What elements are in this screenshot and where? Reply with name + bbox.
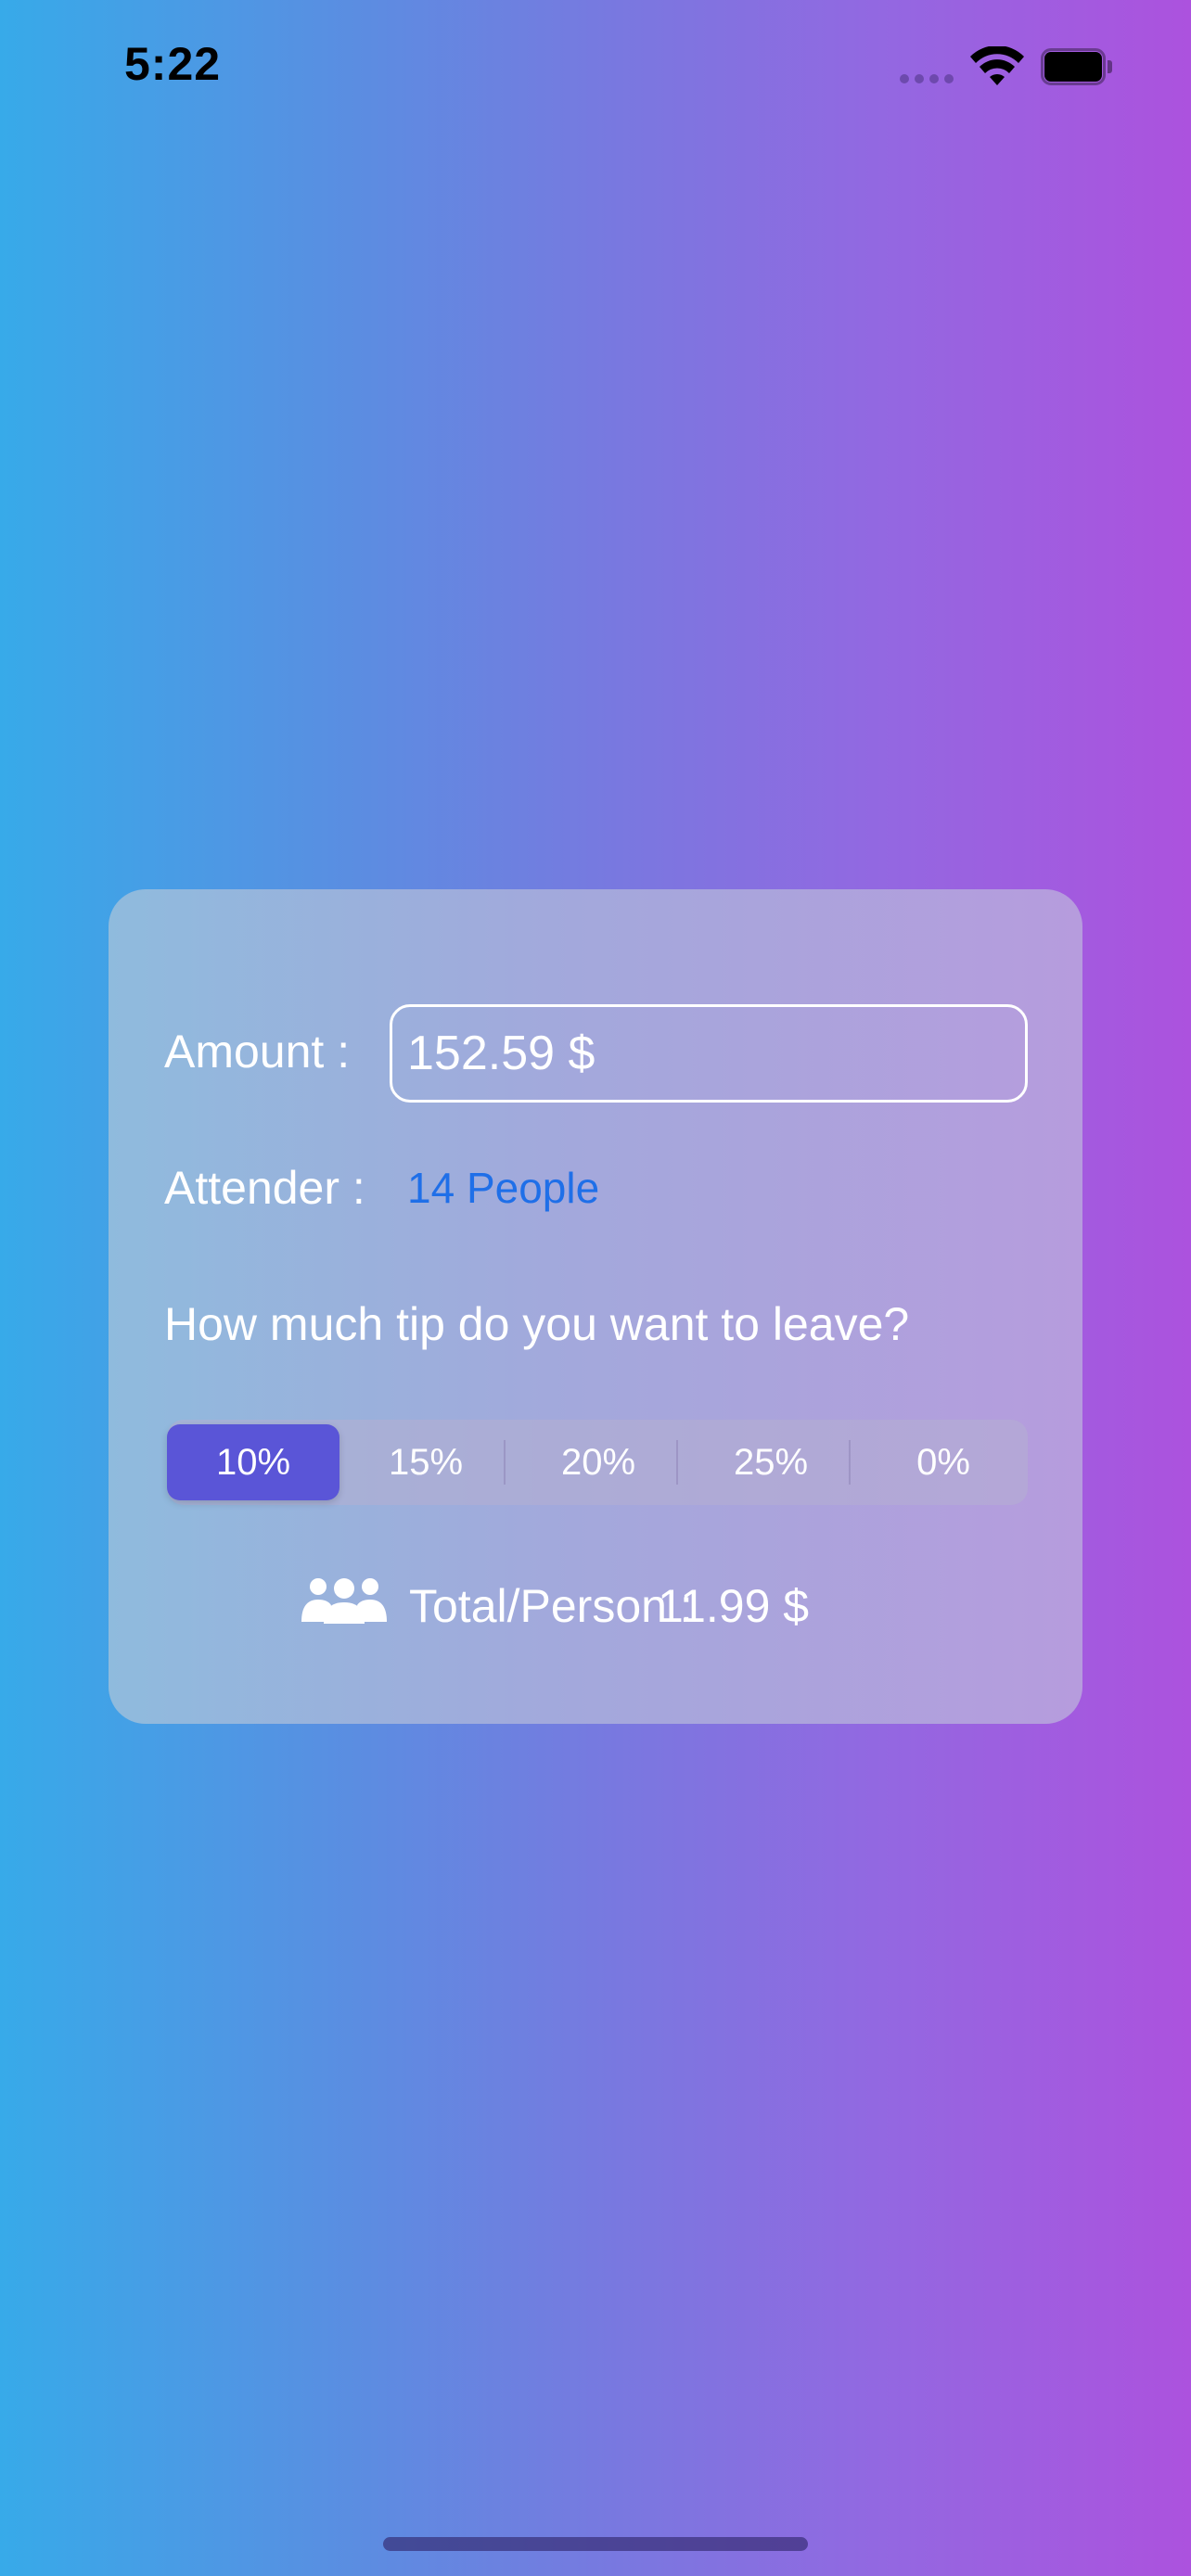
segment-divider	[676, 1440, 678, 1485]
home-indicator[interactable]	[383, 2537, 808, 2551]
tip-segmented-control[interactable]: 10% 15% 20% 25% 0%	[167, 1420, 1028, 1505]
status-bar: 5:22	[0, 0, 1191, 139]
tip-option-10[interactable]: 10%	[167, 1424, 339, 1500]
total-per-person-label: Total/Person :	[409, 1580, 693, 1632]
battery-icon	[1041, 48, 1112, 85]
amount-label: Amount :	[164, 1026, 351, 1078]
wifi-icon	[970, 46, 1024, 85]
attender-label: Attender :	[164, 1162, 365, 1214]
tip-option-15[interactable]: 15%	[339, 1420, 512, 1505]
cellular-signal-icon	[900, 70, 959, 85]
segment-divider	[504, 1440, 506, 1485]
tip-option-20[interactable]: 20%	[512, 1420, 685, 1505]
total-per-person-row: Total/Person : 11.99 $	[300, 1568, 949, 1642]
tip-option-25[interactable]: 25%	[685, 1420, 857, 1505]
status-time: 5:22	[124, 38, 222, 90]
amount-input[interactable]: 152.59 $	[390, 1004, 1028, 1103]
tip-option-0[interactable]: 0%	[857, 1420, 1030, 1505]
total-per-person-value: 11.99 $	[658, 1580, 810, 1632]
attender-picker[interactable]: 14 People	[407, 1163, 599, 1213]
segment-divider	[849, 1440, 851, 1485]
people-group-icon	[301, 1578, 387, 1624]
tip-calculator-card: Amount : 152.59 $ Attender : 14 People H…	[109, 889, 1082, 1724]
tip-question: How much tip do you want to leave?	[164, 1298, 910, 1350]
